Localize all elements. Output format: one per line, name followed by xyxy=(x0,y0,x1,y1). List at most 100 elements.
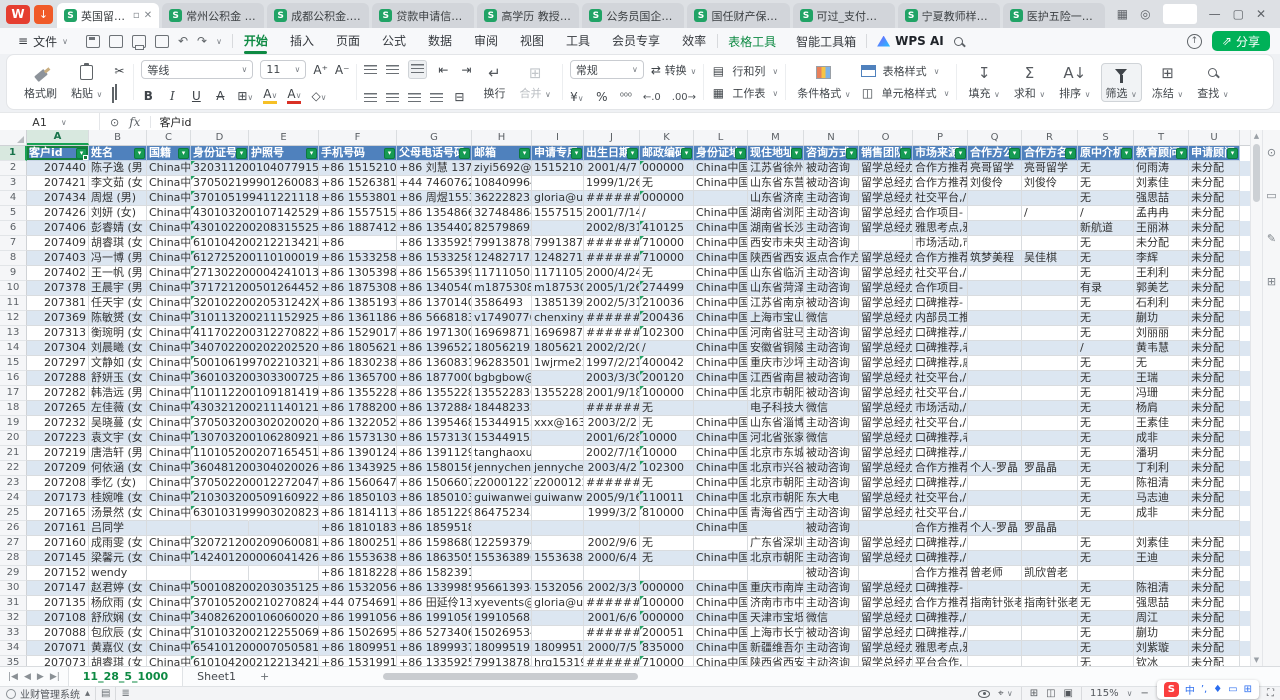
cell[interactable] xyxy=(968,356,1022,371)
cell[interactable]: 罗晶晶 xyxy=(1022,521,1078,536)
cell[interactable]: 110011 xyxy=(640,491,694,506)
cell[interactable] xyxy=(1022,281,1078,296)
cell[interactable]: 山东省临沂 xyxy=(748,266,804,281)
tab-页面[interactable]: 页面 xyxy=(325,28,371,54)
cell[interactable]: 留学总经办 xyxy=(859,206,913,221)
filter-dropdown-icon[interactable]: ▾ xyxy=(1227,148,1238,159)
cell[interactable]: 主动咨询 xyxy=(804,656,859,666)
cell[interactable]: 2001/6/28 xyxy=(584,431,640,446)
cell[interactable]: 124827175 xyxy=(472,251,532,266)
header-cell[interactable]: 国籍▾ xyxy=(147,146,191,161)
font-name-select[interactable]: 等线∨ xyxy=(141,60,253,79)
search-icon[interactable] xyxy=(954,37,963,46)
copy-button[interactable] xyxy=(112,86,126,100)
tab-公式[interactable]: 公式 xyxy=(371,28,417,54)
header-cell[interactable]: 父母电话号码▾ xyxy=(397,146,472,161)
cell[interactable]: 指南针张老 xyxy=(968,596,1022,611)
cell[interactable]: 未分配 xyxy=(1189,161,1240,176)
cell[interactable]: guiwanwei xyxy=(472,491,532,506)
cell[interactable]: 430103200107142529 xyxy=(191,206,249,221)
cell[interactable]: China中国 xyxy=(694,356,748,371)
cell[interactable]: 未分配 xyxy=(1189,476,1240,491)
cell[interactable] xyxy=(968,326,1022,341)
cell[interactable]: 610104200212213421 xyxy=(191,236,249,251)
align-left-icon[interactable] xyxy=(364,93,377,102)
cell[interactable]: 刘素佳 xyxy=(1134,536,1189,551)
cell[interactable]: +86 18999371661 xyxy=(397,641,472,656)
cell[interactable]: China中国 xyxy=(694,626,748,641)
eye-protect-icon[interactable] xyxy=(978,690,990,698)
cell[interactable]: 无 xyxy=(1078,461,1134,476)
cell[interactable]: 100000 xyxy=(640,386,694,401)
cell[interactable] xyxy=(968,416,1022,431)
row-header-23[interactable]: 23 xyxy=(0,476,27,491)
selection-mode-icon[interactable]: ⌖ ∨ xyxy=(998,688,1013,699)
column-header-B[interactable]: B xyxy=(89,130,147,145)
document-tab[interactable]: S国任财产保险样本.x xyxy=(687,3,789,28)
horizontal-scroll-thumb[interactable] xyxy=(383,673,638,680)
tab-会员专享[interactable]: 会员专享 xyxy=(601,28,671,54)
cell[interactable]: 陕西省西安 xyxy=(748,251,804,266)
cell[interactable]: China中国 xyxy=(147,266,191,281)
cell[interactable]: +86 152901750 xyxy=(319,326,397,341)
cell[interactable]: 主动咨询 xyxy=(804,221,859,236)
cell[interactable]: 潘玥 xyxy=(1134,446,1189,461)
bold-button[interactable]: B xyxy=(141,89,155,103)
cell[interactable]: 未分配 xyxy=(1134,236,1189,251)
filter-dropdown-icon[interactable]: ▾ xyxy=(900,148,911,159)
cell[interactable]: 370502200012272047 xyxy=(191,476,249,491)
cell[interactable]: 310103200212255069 xyxy=(191,626,249,641)
column-header-T[interactable]: T xyxy=(1134,130,1189,145)
cell[interactable]: 2001/4/7 xyxy=(584,161,640,176)
cell[interactable]: 710000 xyxy=(640,656,694,666)
layout-switch-icon[interactable]: ▦ xyxy=(1117,7,1128,21)
align-right-icon[interactable] xyxy=(408,93,421,102)
cell[interactable] xyxy=(1022,236,1078,251)
align-middle-icon[interactable] xyxy=(386,65,399,74)
row-header-32[interactable]: 32 xyxy=(0,611,27,626)
cell[interactable]: 835000 xyxy=(640,641,694,656)
cell[interactable]: 370502199901260083 xyxy=(191,176,249,191)
cell[interactable]: 蒯玏 xyxy=(1134,311,1189,326)
cell[interactable]: 无 xyxy=(1078,536,1134,551)
cell[interactable]: +86 156064751 xyxy=(319,476,397,491)
cell[interactable]: China中国 xyxy=(147,236,191,251)
file-menu[interactable]: ≡ 文件 ∨ xyxy=(10,33,76,50)
cell[interactable]: 季忆 (女) xyxy=(89,476,147,491)
cell[interactable]: / xyxy=(1078,341,1134,356)
comma-style-icon[interactable]: ⁰⁰⁰ xyxy=(620,92,632,103)
cell[interactable]: z20001227 xyxy=(472,476,532,491)
cell[interactable]: 956613934 xyxy=(472,581,532,596)
cell[interactable]: 刘素佳 xyxy=(1134,176,1189,191)
cell[interactable]: 钦冰 xyxy=(1134,656,1189,666)
column-header-J[interactable]: J xyxy=(584,130,640,145)
header-cell[interactable]: 市场来源▾ xyxy=(913,146,968,161)
cell[interactable]: 207381 xyxy=(27,296,89,311)
row-header-21[interactable]: 21 xyxy=(0,446,27,461)
cell[interactable]: 微信 xyxy=(804,611,859,626)
cell[interactable]: 杨肩 xyxy=(1134,401,1189,416)
header-cell[interactable]: 申请顾问▾ xyxy=(1189,146,1240,161)
cell[interactable]: +86 134392521 xyxy=(319,461,397,476)
cell[interactable]: / xyxy=(640,206,694,221)
cell[interactable]: 口碑推荐,/ xyxy=(913,551,968,566)
cell[interactable] xyxy=(1134,566,1189,581)
cell[interactable]: 被动咨询 xyxy=(804,461,859,476)
align-center-icon[interactable] xyxy=(386,93,399,102)
cell[interactable] xyxy=(968,341,1022,356)
cell[interactable]: China中国 xyxy=(147,596,191,611)
cell[interactable]: 被动咨询 xyxy=(804,626,859,641)
column-header-I[interactable]: I xyxy=(532,130,584,145)
cell[interactable]: 北京市朝阳 xyxy=(748,491,804,506)
cell[interactable]: +86 139012421 xyxy=(319,446,397,461)
cell[interactable]: 155363896 xyxy=(532,551,584,566)
cell[interactable]: 口碑推荐- xyxy=(913,581,968,596)
header-cell[interactable]: 邮箱▾ xyxy=(472,146,532,161)
cell[interactable]: 无 xyxy=(640,401,694,416)
cell[interactable]: +86 13608312761 xyxy=(397,356,472,371)
cell[interactable]: +86 187530803 xyxy=(319,281,397,296)
cell[interactable]: China中国 xyxy=(694,416,748,431)
cell[interactable]: +86 136570065 xyxy=(319,371,397,386)
filter-dropdown-icon[interactable]: ▾ xyxy=(1009,148,1020,159)
decrease-decimal-icon[interactable]: .00→ xyxy=(672,92,696,103)
